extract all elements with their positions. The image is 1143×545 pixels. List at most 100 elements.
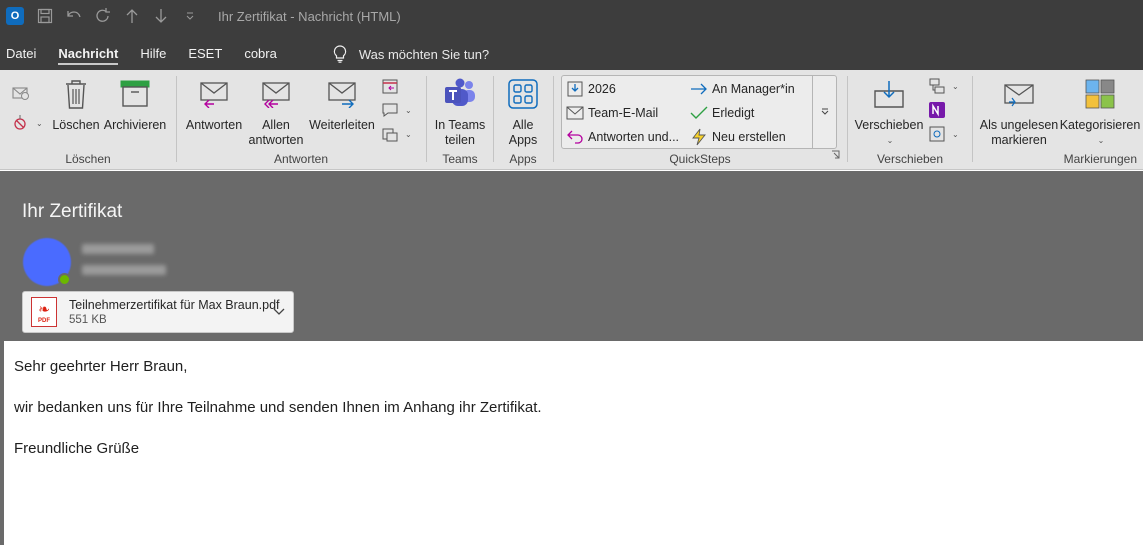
chevron-down-icon: ⌄: [952, 129, 959, 139]
reply-all-label-2: antworten: [248, 133, 304, 147]
group-label-teams: Teams: [442, 152, 478, 166]
all-apps-button[interactable]: Alle Apps: [500, 76, 546, 148]
chevron-down-icon: ⌄: [405, 105, 412, 115]
attachment-name: Teilnehmerzertifikat für Max Braun.pdf: [69, 298, 280, 312]
group-markierungen: Als ungelesen markieren Kategorisieren ⌄…: [973, 70, 1143, 170]
group-label-antworten: Antworten: [273, 152, 329, 166]
reply-all-label-1: Allen: [262, 118, 290, 132]
outlook-icon: O: [6, 7, 28, 25]
lightbulb-icon: [329, 43, 351, 65]
im-reply-button[interactable]: ⌄: [381, 101, 412, 119]
share-to-teams-button[interactable]: In Teams teilen: [431, 76, 489, 148]
group-quicksteps: QuickSteps: [554, 70, 846, 170]
menu-nachricht[interactable]: Nachricht: [58, 32, 118, 70]
mark-unread-label-2: markieren: [991, 133, 1047, 147]
customize-toolbar-icon[interactable]: [175, 0, 204, 32]
actions-button[interactable]: ⌄: [928, 125, 959, 143]
message-body: Sehr geehrter Herr Braun, wir bedanken u…: [4, 341, 1143, 545]
attachment-card[interactable]: ❧ PDF Teilnehmerzertifikat für Max Braun…: [22, 291, 294, 333]
apps-label-2: Apps: [508, 133, 538, 147]
teams-label-2: teilen: [445, 133, 475, 147]
apps-grid-icon: [505, 76, 541, 112]
forward-icon: [324, 76, 360, 112]
window-title: Ihr Zertifikat - Nachricht (HTML): [218, 8, 401, 24]
arrow-up-icon[interactable]: [117, 0, 146, 32]
onenote-icon: [928, 101, 946, 119]
group-label-verschieben: Verschieben: [876, 152, 944, 166]
onenote-button[interactable]: [928, 101, 950, 119]
mark-unread-button[interactable]: Als ungelesen markieren: [979, 76, 1059, 148]
menu-cobra[interactable]: cobra: [244, 32, 277, 70]
apps-label-1: Alle: [512, 118, 534, 132]
reply-button[interactable]: Antworten: [183, 76, 245, 133]
group-teams: In Teams teilen Teams: [427, 70, 493, 170]
categorize-label: Kategorisieren: [1059, 118, 1141, 132]
move-folder-icon: [871, 76, 907, 112]
more-respond-button[interactable]: ⌄: [381, 125, 412, 143]
body-text: wir bedanken uns für Ihre Teilnahme und …: [14, 399, 542, 416]
cleanup-button[interactable]: ⌄: [12, 114, 43, 132]
message-header: Ihr Zertifikat ❧ PDF Teilnehmerzertifika…: [0, 171, 1143, 341]
delete-button[interactable]: Löschen: [52, 76, 100, 133]
reply-icon: [196, 76, 232, 112]
tell-me-search[interactable]: Was möchten Sie tun?: [329, 32, 489, 70]
group-verschieben: Verschieben ⌄ ⌄ ⌄ Verschieben: [848, 70, 972, 170]
mark-unread-label-1: Als ungelesen: [979, 118, 1059, 132]
meeting-button[interactable]: [381, 77, 403, 95]
dialog-launcher-icon[interactable]: [831, 146, 840, 164]
sender-address-redacted: [82, 265, 166, 275]
actions-icon: [928, 125, 946, 143]
forward-button[interactable]: Weiterleiten: [307, 76, 377, 133]
chevron-down-icon: ⌄: [405, 129, 412, 139]
chevron-down-icon: ⌄: [36, 118, 43, 128]
categorize-icon: [1082, 76, 1118, 112]
redo-icon[interactable]: [88, 0, 117, 32]
teams-label-1: In Teams: [434, 118, 486, 132]
message-subject: Ihr Zertifikat: [22, 201, 123, 222]
group-apps: Alle Apps Apps: [494, 70, 552, 170]
reply-label: Antworten: [185, 118, 243, 132]
undo-icon[interactable]: [59, 0, 88, 32]
arrow-down-icon[interactable]: [146, 0, 175, 32]
title-bar: O Ihr Zertifikat - Nachricht (HTML): [0, 0, 1143, 32]
group-label-apps: Apps: [509, 152, 537, 166]
archive-button[interactable]: Archivieren: [103, 76, 167, 133]
ignore-button[interactable]: [12, 84, 34, 102]
menu-eset[interactable]: ESET: [188, 32, 222, 70]
calendar-reply-icon: [381, 77, 399, 95]
presence-indicator: [58, 273, 71, 286]
archive-icon: [117, 76, 153, 112]
trash-icon: [58, 76, 94, 112]
menu-hilfe[interactable]: Hilfe: [140, 32, 166, 70]
menu-datei[interactable]: Datei: [6, 32, 36, 70]
chevron-down-icon[interactable]: [273, 305, 285, 319]
archive-label: Archivieren: [103, 118, 167, 132]
chevron-down-icon: ⌄: [952, 81, 959, 91]
reply-all-button[interactable]: Allen antworten: [245, 76, 307, 148]
sender-name-redacted[interactable]: [82, 244, 154, 254]
tell-me-text: Was möchten Sie tun?: [358, 46, 490, 62]
cleanup-icon: [12, 114, 30, 132]
move-button[interactable]: Verschieben ⌄: [854, 76, 924, 148]
group-label-quicksteps: QuickSteps: [669, 152, 731, 166]
save-icon[interactable]: [30, 0, 59, 32]
forward-label: Weiterleiten: [309, 118, 375, 132]
more-respond-icon: [381, 125, 399, 143]
attachment-size: 551 KB: [69, 314, 107, 326]
body-greeting: Sehr geehrter Herr Braun,: [14, 358, 188, 375]
chevron-down-icon: ⌄: [1097, 136, 1105, 145]
group-antworten: Antworten Allen antworten Weiterleiten ⌄: [177, 70, 425, 170]
rules-button[interactable]: ⌄: [928, 77, 959, 95]
pdf-file-icon: ❧ PDF: [31, 297, 57, 327]
reply-all-icon: [258, 76, 294, 112]
delete-label: Löschen: [52, 118, 100, 132]
menu-bar: Datei Nachricht Hilfe ESET cobra Was möc…: [0, 32, 1143, 70]
group-loeschen: ⌄ Löschen Archivieren Löschen: [0, 70, 176, 170]
categorize-button[interactable]: Kategorisieren ⌄: [1059, 76, 1141, 148]
ignore-icon: [12, 84, 30, 102]
teams-icon: [442, 76, 478, 112]
body-closing: Freundliche Grüße: [14, 440, 140, 457]
move-label: Verschieben: [854, 118, 924, 132]
group-label-loeschen: Löschen: [65, 152, 111, 166]
chat-icon: [381, 101, 399, 119]
